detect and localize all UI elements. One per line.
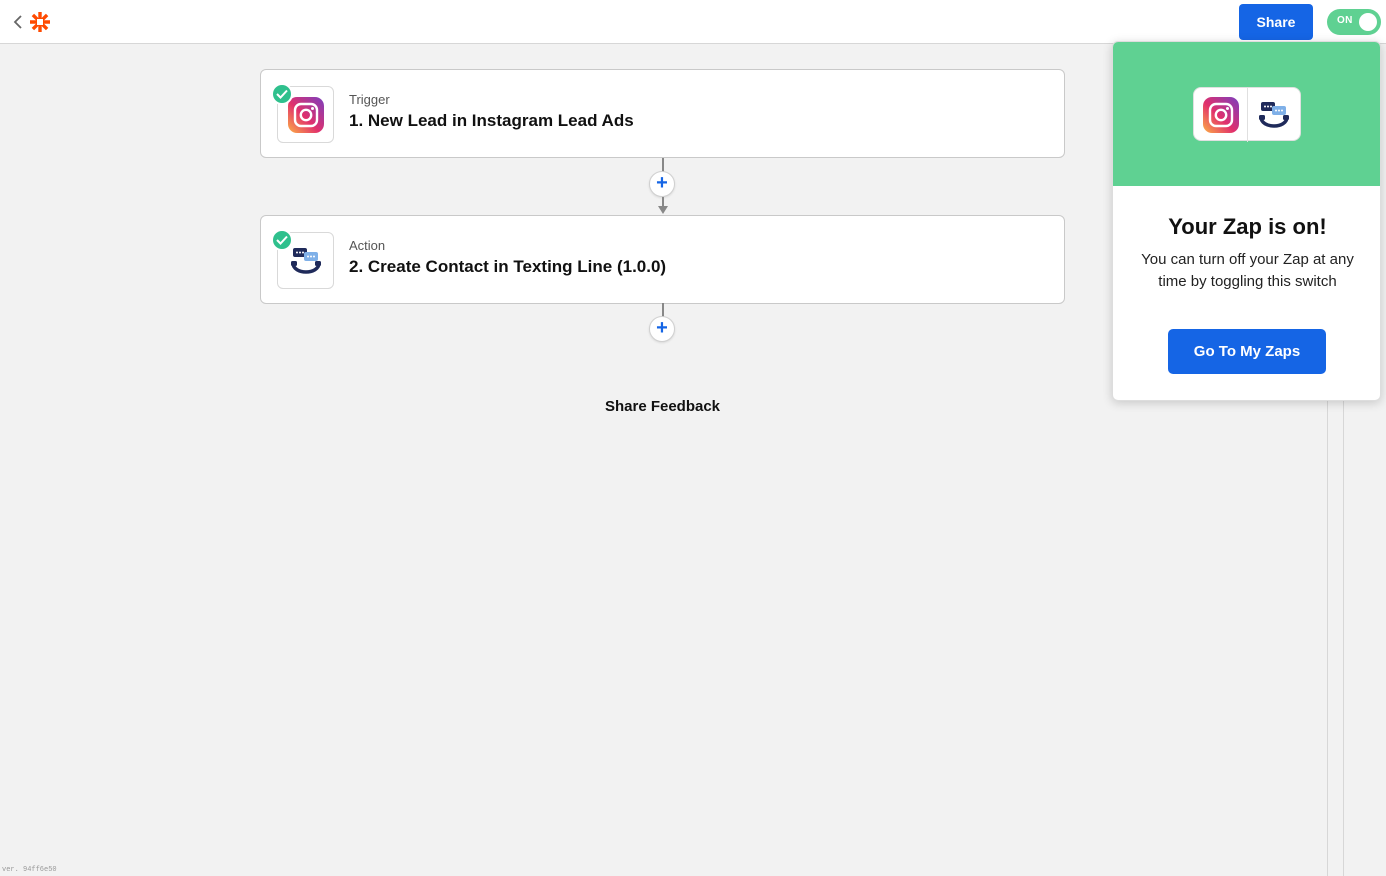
share-button[interactable]: Share bbox=[1239, 4, 1313, 40]
version-label: ver. 94ff6e50 bbox=[2, 866, 57, 874]
step-card-action[interactable]: Action 2. Create Contact in Texting Line… bbox=[260, 215, 1065, 304]
connector-line bbox=[662, 303, 664, 317]
plus-icon: + bbox=[656, 172, 668, 194]
go-to-my-zaps-button[interactable]: Go To My Zaps bbox=[1168, 329, 1326, 374]
step-title: 2. Create Contact in Texting Line (1.0.0… bbox=[349, 257, 667, 276]
popover-body-text: You can turn off your Zap at any time by… bbox=[1141, 251, 1354, 290]
instagram-icon bbox=[1203, 97, 1239, 133]
top-bar: Share ON bbox=[0, 0, 1386, 44]
step-card-trigger[interactable]: Trigger 1. New Lead in Instagram Lead Ad… bbox=[260, 69, 1065, 158]
check-circle-icon bbox=[271, 83, 293, 105]
popover-title: Your Zap is on! bbox=[1168, 214, 1327, 239]
plus-icon: + bbox=[656, 317, 668, 339]
zap-on-toggle[interactable]: ON bbox=[1327, 9, 1381, 35]
texting-line-icon bbox=[1257, 99, 1291, 131]
add-step-button[interactable]: + bbox=[649, 316, 675, 342]
back-button[interactable] bbox=[9, 12, 27, 32]
chevron-left-icon bbox=[13, 15, 22, 29]
step-type-label: Action bbox=[349, 238, 386, 253]
connector-line bbox=[662, 158, 664, 172]
check-circle-icon bbox=[271, 229, 293, 251]
share-feedback-link[interactable]: Share Feedback bbox=[560, 398, 765, 415]
app-icons-pair bbox=[1193, 87, 1301, 142]
step-title: 1. New Lead in Instagram Lead Ads bbox=[349, 111, 634, 130]
arrow-down-icon bbox=[658, 206, 668, 214]
zapier-logo-icon[interactable] bbox=[28, 10, 52, 34]
zap-on-popover: Your Zap is on! You can turn off your Za… bbox=[1112, 41, 1381, 401]
popover-hero bbox=[1113, 42, 1380, 186]
add-step-button[interactable]: + bbox=[649, 171, 675, 197]
step-type-label: Trigger bbox=[349, 92, 390, 107]
icon-divider bbox=[1247, 88, 1248, 142]
toggle-label: ON bbox=[1337, 15, 1353, 26]
toggle-knob bbox=[1359, 13, 1377, 31]
